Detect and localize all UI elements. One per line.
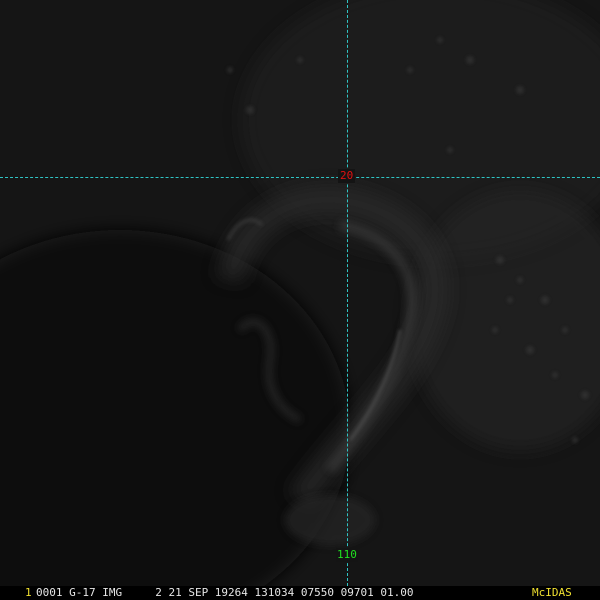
image-metadata-text: 0001 G-17 IMG 2 21 SEP 19264 131034 0755… (36, 586, 414, 599)
satellite-imagery (0, 0, 600, 600)
longitude-label: 110 (336, 548, 358, 562)
status-bar: 1 0001 G-17 IMG 2 21 SEP 19264 131034 07… (0, 586, 600, 600)
latitude-label: 20 (338, 169, 356, 183)
mcidas-brand: McIDAS (532, 586, 572, 599)
frame-number: 1 (25, 586, 32, 599)
satellite-image-viewer[interactable]: 20 110 (0, 0, 600, 600)
latitude-grid-line (0, 177, 600, 178)
longitude-grid-line (347, 0, 348, 586)
